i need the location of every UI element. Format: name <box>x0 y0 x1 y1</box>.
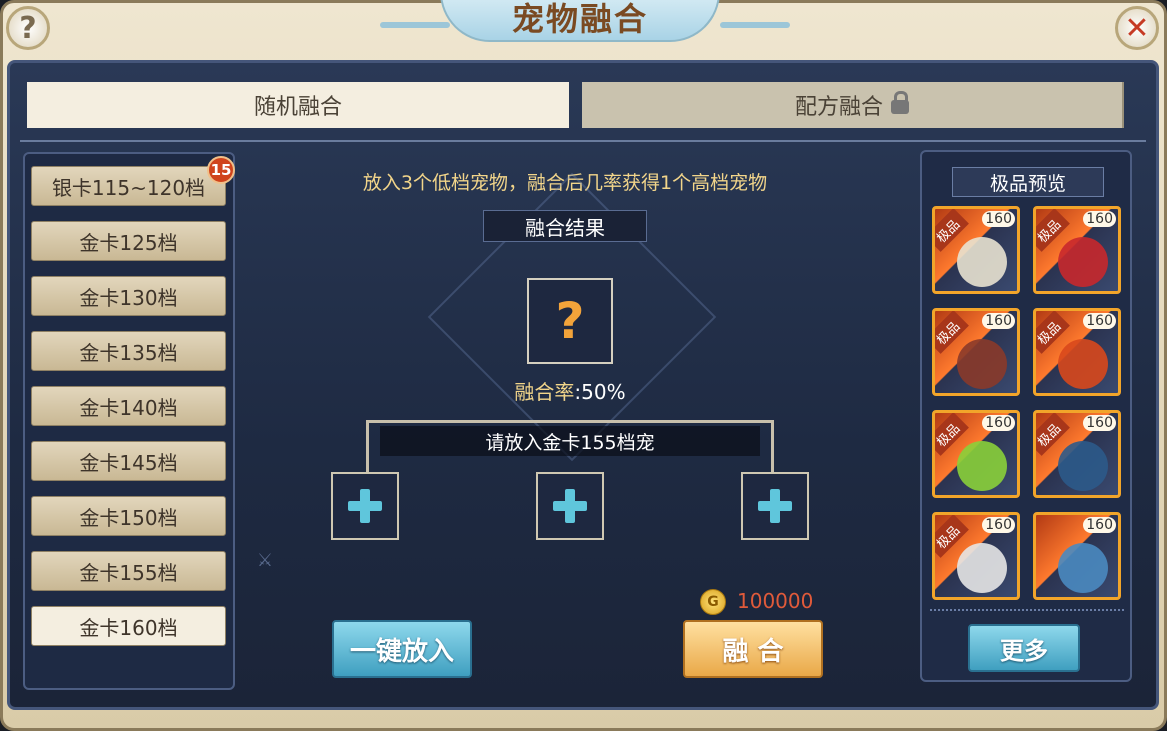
result-title: 融合结果 <box>483 210 647 242</box>
rate-label: 融合率 <box>514 380 575 404</box>
fusion-rate: 融合率:50% <box>470 376 670 405</box>
connector-line <box>771 420 774 472</box>
tab-recipe-fusion[interactable]: 配方融合 <box>582 82 1124 128</box>
divider <box>20 140 1146 142</box>
tier-label: 金卡145档 <box>79 450 178 475</box>
pet-level: 160 <box>982 313 1015 329</box>
robot-pet-icon <box>1058 543 1108 593</box>
more-button[interactable]: 更多 <box>968 624 1080 672</box>
question-icon: ? <box>19 10 37 46</box>
swords-icon: ⚔ <box>256 550 274 571</box>
title-ornament-left <box>380 22 450 28</box>
dark-blue-pet-icon <box>1058 441 1108 491</box>
close-button[interactable]: ✕ <box>1115 6 1159 50</box>
preview-title: 极品预览 <box>952 167 1104 197</box>
tier-gold-130[interactable]: 金卡130档 <box>31 276 226 316</box>
window-title: 宠物融合 <box>511 0 648 38</box>
pet-level: 160 <box>982 415 1015 431</box>
plus-icon <box>758 489 792 523</box>
connector-line <box>366 420 774 423</box>
slot-prompt: 请放入金卡155档宠 <box>380 426 760 456</box>
pet-level: 160 <box>982 211 1015 227</box>
fuse-button[interactable]: 融 合 <box>683 620 823 678</box>
lock-icon <box>891 91 909 114</box>
question-mark-icon: ? <box>555 292 585 350</box>
tier-silver-115-120[interactable]: 银卡115~120档 <box>31 166 226 206</box>
notification-badge: 15 <box>207 156 235 184</box>
preview-pet-2[interactable]: 极品 160 <box>1033 206 1121 294</box>
tier-gold-140[interactable]: 金卡140档 <box>31 386 226 426</box>
preview-pet-8[interactable]: 160 <box>1033 512 1121 600</box>
tier-label: 银卡115~120档 <box>51 175 206 200</box>
white-ghost-pet-icon <box>957 543 1007 593</box>
divider <box>930 609 1124 611</box>
tier-gold-155[interactable]: 金卡155档 <box>31 551 226 591</box>
skull-pet-icon <box>957 237 1007 287</box>
fusion-cost: 100000 <box>737 589 814 613</box>
pet-level: 160 <box>1083 211 1116 227</box>
preview-pet-4[interactable]: 极品 160 <box>1033 308 1121 396</box>
armored-pet-icon <box>957 339 1007 389</box>
close-x-icon: ✕ <box>1124 10 1150 46</box>
tier-gold-145[interactable]: 金卡145档 <box>31 441 226 481</box>
preview-pet-3[interactable]: 极品 160 <box>932 308 1020 396</box>
tab-random-fusion[interactable]: 随机融合 <box>27 82 569 128</box>
pet-level: 160 <box>1083 415 1116 431</box>
tier-gold-125[interactable]: 金卡125档 <box>31 221 226 261</box>
tier-label: 金卡160档 <box>79 615 178 640</box>
plus-icon <box>348 489 382 523</box>
connector-line <box>366 420 369 472</box>
pet-level: 160 <box>982 517 1015 533</box>
preview-pet-1[interactable]: 极品 160 <box>932 206 1020 294</box>
tier-label: 金卡130档 <box>79 285 178 310</box>
pet-level: 160 <box>1083 517 1116 533</box>
tier-gold-150[interactable]: 金卡150档 <box>31 496 226 536</box>
slot-prompt-text: 请放入金卡155档宠 <box>485 431 655 454</box>
auto-fill-label: 一键放入 <box>349 636 454 667</box>
plus-icon <box>553 489 587 523</box>
green-plant-pet-icon <box>957 441 1007 491</box>
tier-label: 金卡125档 <box>79 230 178 255</box>
auto-fill-button[interactable]: 一键放入 <box>332 620 472 678</box>
help-button[interactable]: ? <box>6 6 50 50</box>
title-plate: 宠物融合 <box>440 0 720 42</box>
result-slot: ? <box>527 278 613 364</box>
preview-pet-7[interactable]: 极品 160 <box>932 512 1020 600</box>
tier-label: 金卡155档 <box>79 560 178 585</box>
pet-level: 160 <box>1083 313 1116 329</box>
tier-label: 金卡150档 <box>79 505 178 530</box>
preview-pet-6[interactable]: 极品 160 <box>1033 410 1121 498</box>
preview-title-label: 极品预览 <box>989 172 1066 195</box>
tab-label: 配方融合 <box>794 95 883 120</box>
crimson-dragon-pet-icon <box>1058 237 1108 287</box>
result-title-label: 融合结果 <box>525 215 605 240</box>
material-slot-2[interactable] <box>536 472 604 540</box>
flame-dragon-pet-icon <box>1058 339 1108 389</box>
tier-label: 金卡135档 <box>79 340 178 365</box>
material-slot-3[interactable] <box>741 472 809 540</box>
tab-label: 随机融合 <box>253 95 342 120</box>
tier-gold-135[interactable]: 金卡135档 <box>31 331 226 371</box>
tier-label: 金卡140档 <box>79 395 178 420</box>
title-ornament-right <box>720 22 790 28</box>
preview-pet-5[interactable]: 极品 160 <box>932 410 1020 498</box>
material-slot-1[interactable] <box>331 472 399 540</box>
fuse-label: 融 合 <box>722 636 784 667</box>
tier-gold-160[interactable]: 金卡160档 <box>31 606 226 646</box>
rate-value: :50% <box>574 380 626 404</box>
more-label: 更多 <box>1000 636 1048 665</box>
coin-icon: G <box>700 589 726 615</box>
